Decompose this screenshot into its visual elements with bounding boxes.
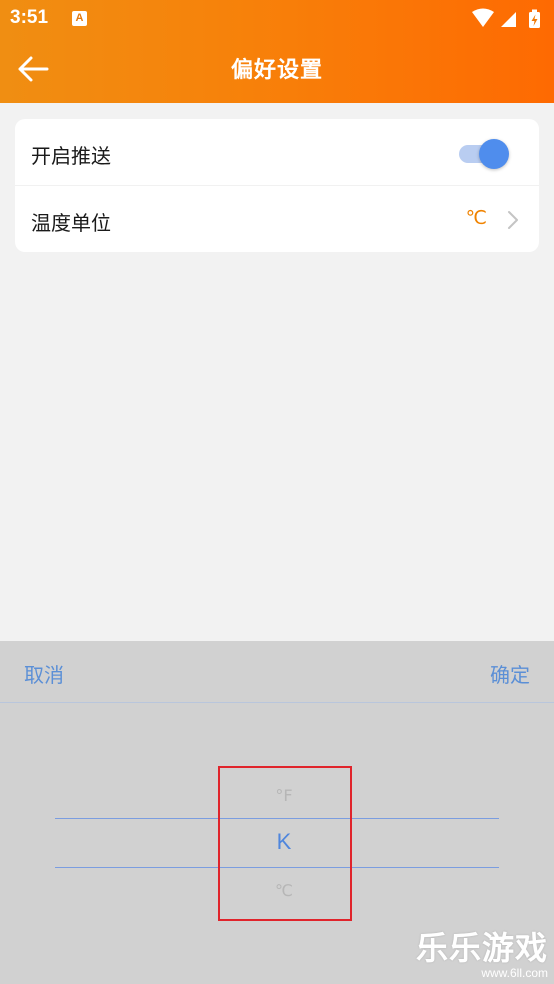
temperature-unit-label: 温度单位 <box>31 211 111 235</box>
status-bar: 3:51 A <box>0 0 554 38</box>
toggle-thumb <box>479 139 509 169</box>
page-title: 偏好设置 <box>230 58 323 83</box>
unit-picker-sheet: 取消 确定 °F K ℃ 乐乐游戏 www.6ll.com <box>0 641 554 984</box>
notification-icon: A <box>72 11 87 26</box>
temperature-unit-value: ℃ <box>465 207 487 229</box>
chevron-right-icon <box>507 210 519 234</box>
signal-icon <box>501 12 516 27</box>
push-setting-row: 开启推送 <box>15 119 539 185</box>
wifi-icon <box>472 8 494 27</box>
picker-toolbar: 取消 确定 <box>0 641 554 703</box>
system-tray-icons <box>472 8 540 28</box>
watermark-logo: 乐乐游戏 <box>415 929 548 967</box>
status-icons <box>470 8 546 34</box>
header: 3:51 A 偏好设置 <box>0 0 554 103</box>
highlight-box <box>218 766 352 921</box>
confirm-button[interactable]: 确定 <box>490 659 530 688</box>
watermark-url: www.6ll.com <box>481 966 548 980</box>
settings-card: 开启推送 温度单位 ℃ <box>15 119 539 252</box>
temperature-unit-row[interactable]: 温度单位 ℃ <box>15 186 539 252</box>
watermark: 乐乐游戏 www.6ll.com <box>416 930 548 980</box>
push-label: 开启推送 <box>31 144 111 168</box>
cancel-button[interactable]: 取消 <box>24 659 64 688</box>
status-time: 3:51 <box>10 7 49 28</box>
push-toggle[interactable] <box>457 139 513 169</box>
battery-charging-icon <box>529 9 540 28</box>
